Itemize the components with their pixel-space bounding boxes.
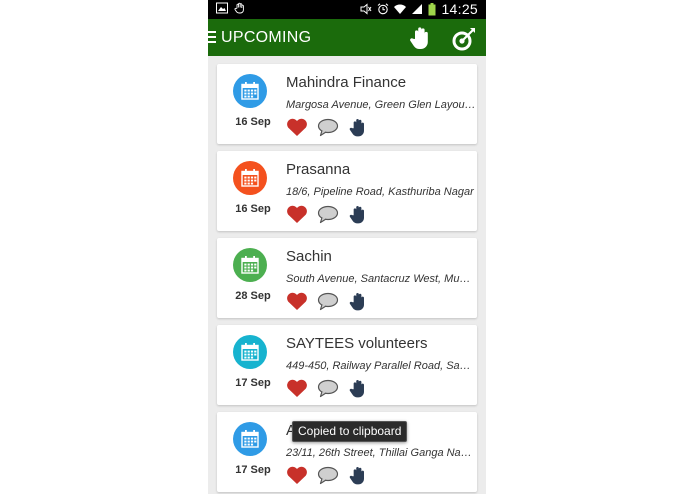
battery-icon <box>428 2 436 15</box>
volunteer-hand-icon[interactable] <box>348 465 369 486</box>
calendar-badge <box>233 422 267 456</box>
event-card[interactable]: 16 Sep Prasanna 18/6, Pipeline Road, Kas… <box>217 151 477 231</box>
page-title: UPCOMING <box>221 29 312 46</box>
calendar-icon <box>241 169 259 187</box>
heart-icon[interactable] <box>286 205 308 224</box>
calendar-icon <box>241 82 259 100</box>
menu-icon[interactable] <box>208 31 216 44</box>
event-card[interactable]: 17 Sep SAYTEES volunteers 449-450, Railw… <box>217 325 477 405</box>
event-actions <box>286 465 369 486</box>
target-icon[interactable] <box>451 26 477 52</box>
signal-icon <box>412 4 423 14</box>
status-time: 14:25 <box>441 1 478 17</box>
calendar-badge <box>233 74 267 108</box>
comment-icon[interactable] <box>317 118 339 137</box>
comment-icon[interactable] <box>317 379 339 398</box>
comment-icon[interactable] <box>317 292 339 311</box>
event-card[interactable]: 16 Sep Mahindra Finance Margosa Avenue, … <box>217 64 477 144</box>
calendar-badge <box>233 335 267 369</box>
comment-icon[interactable] <box>317 205 339 224</box>
volunteer-hand-icon[interactable] <box>408 25 434 51</box>
event-date: 16 Sep <box>235 116 271 128</box>
hand-notification-icon <box>234 2 244 14</box>
phone-screen: 14:25 UPCOMING 16 Sep Mahindra Finance M… <box>208 0 486 494</box>
event-card[interactable]: 28 Sep Sachin South Avenue, Santacruz We… <box>217 238 477 318</box>
comment-icon[interactable] <box>317 466 339 485</box>
event-address: Margosa Avenue, Green Glen Layout, Bella… <box>286 99 476 111</box>
mute-icon <box>360 3 372 15</box>
event-name: Prasanna <box>286 161 351 178</box>
heart-icon[interactable] <box>286 292 308 311</box>
app-toolbar: UPCOMING <box>208 19 486 56</box>
event-name: SAYTEES volunteers <box>286 335 428 352</box>
calendar-badge <box>233 248 267 282</box>
event-name: Mahindra Finance <box>286 74 407 91</box>
heart-icon[interactable] <box>286 379 308 398</box>
event-date: 28 Sep <box>235 290 271 302</box>
alarm-icon <box>378 3 389 15</box>
heart-icon[interactable] <box>286 466 308 485</box>
wifi-icon <box>394 4 407 14</box>
event-address: 449-450, Railway Parallel Road, Sadashiv… <box>286 360 476 372</box>
volunteer-hand-icon[interactable] <box>348 204 369 225</box>
event-address: 23/11, 26th Street, Thillai Ganga Nagar <box>286 447 476 459</box>
calendar-icon <box>241 343 259 361</box>
event-actions <box>286 378 369 399</box>
volunteer-hand-icon[interactable] <box>348 378 369 399</box>
event-actions <box>286 291 369 312</box>
heart-icon[interactable] <box>286 118 308 137</box>
event-address: South Avenue, Santacruz West, Mumbai <box>286 273 476 285</box>
event-name: Sachin <box>286 248 332 265</box>
volunteer-hand-icon[interactable] <box>348 117 369 138</box>
event-date: 16 Sep <box>235 203 271 215</box>
event-actions <box>286 204 369 225</box>
event-actions <box>286 117 369 138</box>
toast-message: Copied to clipboard <box>292 421 408 442</box>
volunteer-hand-icon[interactable] <box>348 291 369 312</box>
event-date: 17 Sep <box>235 464 271 476</box>
calendar-badge <box>233 161 267 195</box>
calendar-icon <box>241 430 259 448</box>
image-icon <box>216 2 228 14</box>
event-date: 17 Sep <box>235 377 271 389</box>
calendar-icon <box>241 256 259 274</box>
status-bar: 14:25 <box>208 0 486 19</box>
event-address: 18/6, Pipeline Road, Kasthuriba Nagar <box>286 186 474 198</box>
